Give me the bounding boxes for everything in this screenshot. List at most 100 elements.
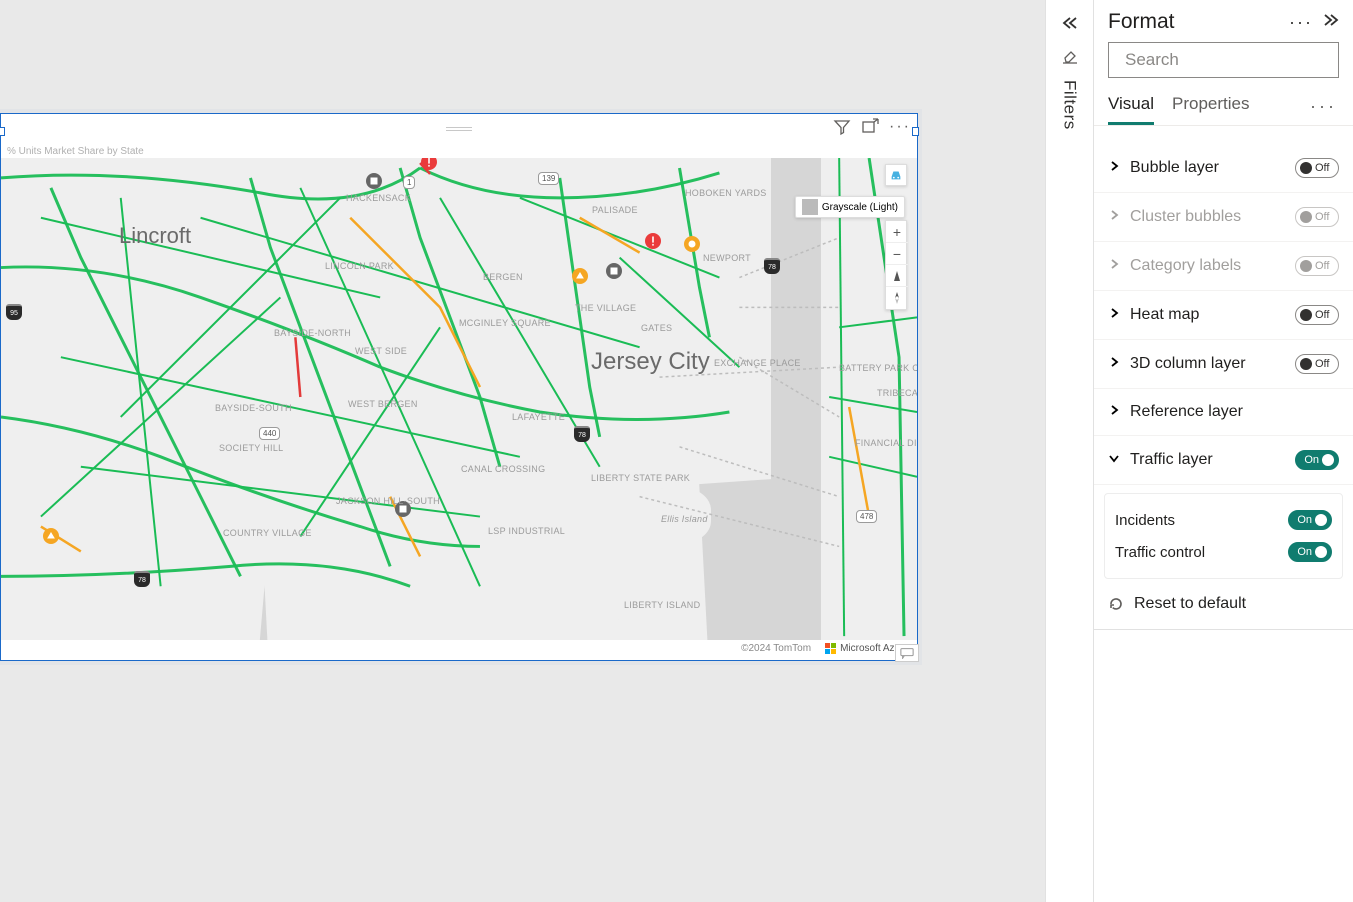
format-pane: Format ··· Visual Properties ··· Bubble … bbox=[1093, 0, 1353, 902]
filters-label[interactable]: Filters bbox=[1060, 80, 1080, 130]
traffic-incident-icon[interactable] bbox=[366, 173, 382, 189]
map-city-label: Jersey City bbox=[591, 348, 710, 376]
map-traffic-toggle-button[interactable] bbox=[885, 164, 907, 186]
card-label: Traffic layer bbox=[1130, 451, 1295, 469]
zoom-in-button[interactable]: + bbox=[886, 221, 908, 243]
zoom-out-button[interactable]: − bbox=[886, 243, 908, 265]
map-style-picker[interactable]: Grayscale (Light) bbox=[795, 196, 905, 218]
toggle-traffic-control[interactable]: On bbox=[1288, 542, 1332, 562]
interstate-shield: 78 bbox=[764, 258, 780, 274]
more-options-icon[interactable]: ··· bbox=[1289, 12, 1313, 33]
reset-icon bbox=[1108, 596, 1124, 612]
chevron-right-icon bbox=[1108, 159, 1124, 177]
card-bubble-layer[interactable]: Bubble layer Off bbox=[1094, 144, 1353, 193]
map-neighborhood-label: FINANCIAL DISTRICT bbox=[855, 438, 917, 448]
focus-mode-icon[interactable] bbox=[861, 118, 879, 136]
toggle-category-labels: Off bbox=[1295, 256, 1339, 276]
chevron-right-icon bbox=[1108, 403, 1124, 421]
map-neighborhood-label: LIBERTY STATE PARK bbox=[591, 473, 690, 483]
pitch-button[interactable] bbox=[886, 265, 908, 287]
route-shield: 478 bbox=[856, 510, 877, 523]
card-label: Cluster bubbles bbox=[1130, 208, 1295, 226]
tab-properties[interactable]: Properties bbox=[1172, 88, 1249, 125]
map-neighborhood-label: JACKSON HILL-SOUTH bbox=[336, 496, 440, 506]
collapse-pane-icon[interactable] bbox=[1323, 13, 1339, 32]
chevron-right-icon bbox=[1108, 257, 1124, 275]
map-neighborhood-label: GATES bbox=[641, 323, 672, 333]
toggle-heat-map[interactable]: Off bbox=[1295, 305, 1339, 325]
toggle-3d-column-layer[interactable]: Off bbox=[1295, 354, 1339, 374]
card-label: Bubble layer bbox=[1130, 159, 1295, 177]
chevron-right-icon bbox=[1108, 208, 1124, 226]
resize-handle[interactable] bbox=[0, 127, 5, 136]
drag-handle-icon[interactable] bbox=[446, 127, 472, 131]
map-neighborhood-label: TRIBECA bbox=[877, 388, 917, 398]
traffic-incident-icon[interactable] bbox=[645, 233, 661, 249]
map-neighborhood-label: HACKENSACK bbox=[346, 193, 411, 203]
map-neighborhood-label: COUNTRY VILLAGE bbox=[223, 528, 312, 538]
azure-map[interactable]: 1 139 440 478 78 78 78 95 Jersey City Li… bbox=[1, 158, 917, 656]
toggle-incidents[interactable]: On bbox=[1288, 510, 1332, 530]
map-neighborhood-label: LSP INDUSTRIAL bbox=[488, 526, 565, 536]
traffic-incident-icon[interactable] bbox=[684, 236, 700, 252]
search-input[interactable] bbox=[1123, 49, 1348, 71]
filter-icon[interactable] bbox=[833, 118, 851, 136]
map-attribution-bar: ©2024 TomTom Microsoft Azure bbox=[1, 640, 917, 656]
reset-to-default-button[interactable]: Reset to default bbox=[1094, 579, 1353, 630]
format-tabs: Visual Properties ··· bbox=[1094, 88, 1353, 126]
interstate-shield: 78 bbox=[574, 426, 590, 442]
tabs-more-icon[interactable]: ··· bbox=[1310, 96, 1339, 117]
tab-visual[interactable]: Visual bbox=[1108, 88, 1154, 125]
map-neighborhood-label: CANAL CROSSING bbox=[461, 464, 545, 474]
sub-label-traffic-control: Traffic control bbox=[1115, 544, 1205, 561]
map-neighborhood-label: SOCIETY HILL bbox=[219, 443, 283, 453]
format-search-box[interactable] bbox=[1108, 42, 1339, 78]
map-neighborhood-label: BAYSIDE-NORTH bbox=[274, 328, 351, 338]
card-3d-column-layer[interactable]: 3D column layer Off bbox=[1094, 340, 1353, 389]
comment-button[interactable] bbox=[895, 644, 919, 662]
card-label: Reference layer bbox=[1130, 403, 1339, 421]
interstate-shield: 95 bbox=[6, 304, 22, 320]
map-style-label: Grayscale (Light) bbox=[822, 202, 898, 213]
map-attribution: ©2024 TomTom bbox=[741, 643, 811, 654]
card-traffic-layer[interactable]: Traffic layer On bbox=[1094, 436, 1353, 485]
map-neighborhood-label: MCGINLEY SQUARE bbox=[459, 318, 551, 328]
map-city-label: Lincroft bbox=[119, 223, 191, 249]
map-visual-container[interactable]: ··· % Units Market Share by State bbox=[0, 113, 918, 661]
more-options-icon[interactable]: ··· bbox=[889, 118, 911, 136]
map-neighborhood-label: HOBOKEN YARDS bbox=[685, 188, 767, 198]
card-reference-layer[interactable]: Reference layer bbox=[1094, 389, 1353, 436]
map-neighborhood-label: EXCHANGE PLACE bbox=[714, 358, 801, 368]
clear-filters-icon[interactable] bbox=[1062, 49, 1078, 70]
traffic-incident-icon[interactable] bbox=[572, 268, 588, 284]
expand-filters-icon[interactable] bbox=[1061, 14, 1079, 35]
map-neighborhood-label: LAFAYETTE bbox=[512, 412, 565, 422]
route-shield: 1 bbox=[403, 176, 415, 189]
map-neighborhood-label: BAYSIDE-SOUTH bbox=[215, 403, 292, 413]
reset-label: Reset to default bbox=[1134, 595, 1246, 613]
compass-button[interactable] bbox=[886, 287, 908, 309]
toggle-bubble-layer[interactable]: Off bbox=[1295, 158, 1339, 178]
card-label: Heat map bbox=[1130, 306, 1295, 324]
map-neighborhood-label: NEWPORT bbox=[703, 253, 751, 263]
card-category-labels: Category labels Off bbox=[1094, 242, 1353, 291]
chevron-right-icon bbox=[1108, 355, 1124, 373]
format-pane-title: Format bbox=[1108, 10, 1175, 34]
toggle-cluster-bubbles: Off bbox=[1295, 207, 1339, 227]
card-label: Category labels bbox=[1130, 257, 1295, 275]
format-cards-list: Bubble layer Off Cluster bubbles Off Cat… bbox=[1094, 126, 1353, 630]
toggle-traffic-layer[interactable]: On bbox=[1295, 450, 1339, 470]
traffic-incident-icon[interactable] bbox=[606, 263, 622, 279]
card-label: 3D column layer bbox=[1130, 355, 1295, 373]
interstate-shield: 78 bbox=[134, 571, 150, 587]
resize-handle[interactable] bbox=[912, 127, 919, 136]
map-neighborhood-label: THE VILLAGE bbox=[575, 303, 636, 313]
map-neighborhood-label: WEST BERGEN bbox=[348, 399, 418, 409]
traffic-incident-icon[interactable] bbox=[43, 528, 59, 544]
visual-header: ··· bbox=[1, 114, 917, 144]
report-canvas[interactable]: ··· % Units Market Share by State bbox=[0, 0, 1045, 902]
card-heat-map[interactable]: Heat map Off bbox=[1094, 291, 1353, 340]
visual-title: % Units Market Share by State bbox=[1, 146, 917, 157]
map-island-label: LIBERTY ISLAND bbox=[624, 600, 700, 610]
style-swatch-icon bbox=[802, 199, 818, 215]
